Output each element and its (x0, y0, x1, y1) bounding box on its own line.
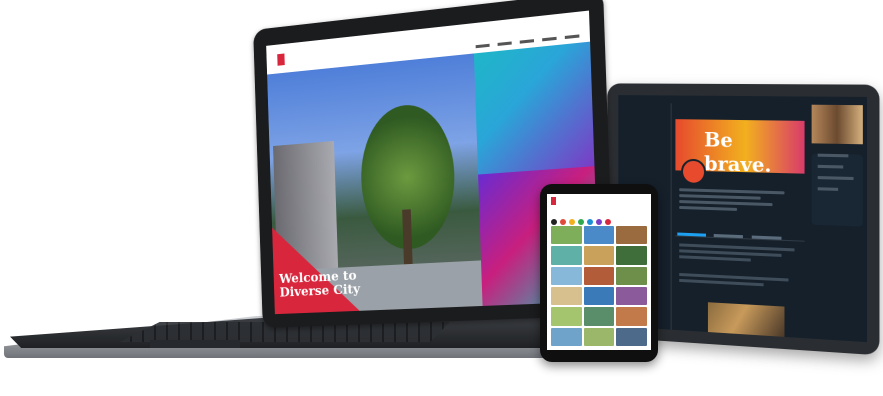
sidebar-photo (811, 104, 863, 145)
story-dot (551, 219, 557, 225)
photo-tile (551, 286, 582, 306)
tablet-sidebar (811, 104, 863, 342)
story-dot (560, 219, 566, 225)
photo-tile (551, 226, 582, 245)
photo-tile (616, 327, 647, 346)
avatar (681, 158, 707, 186)
story-dot (587, 219, 593, 225)
trends-box (811, 153, 863, 227)
phone-device (540, 184, 658, 362)
tweet-lines (679, 243, 800, 266)
tweet-lines (679, 273, 800, 291)
tab-indicator (714, 233, 744, 239)
photo-tile (551, 266, 582, 285)
photo-tile (583, 327, 615, 346)
photo-tile (616, 246, 647, 265)
device-mockup-stage: Be brave. Welcome to Diverse City (0, 0, 883, 396)
tablet-profile-column: Be brave. (670, 103, 809, 343)
photo-tile (616, 266, 647, 285)
phone-logo (551, 197, 556, 205)
tab-indicator (751, 235, 782, 240)
nav-line (628, 144, 669, 151)
photo-grid (551, 226, 647, 346)
tablet-nav (622, 124, 669, 176)
site-logo (277, 53, 285, 66)
phone-header (547, 194, 651, 208)
profile-tabs (675, 225, 805, 242)
laptop-trackpad (150, 340, 240, 348)
hero-image: Welcome to Diverse City (267, 53, 484, 315)
photo-tile (583, 266, 615, 285)
banner-text: Be brave. (704, 127, 772, 177)
photo-tile (616, 226, 647, 245)
hero-title: Welcome to Diverse City (278, 268, 361, 301)
photo-tile (583, 226, 615, 245)
profile-bio-lines (679, 188, 796, 216)
photo-tile (583, 246, 615, 265)
story-dot (569, 219, 575, 225)
photo-tile (551, 327, 582, 346)
nav-line (628, 131, 669, 138)
story-dot (596, 219, 602, 225)
photo-tile (616, 307, 647, 326)
photo-tile (616, 286, 647, 306)
story-dot (605, 219, 611, 225)
story-dot (578, 219, 584, 225)
nav-line (628, 156, 669, 163)
tweet-photo (707, 302, 785, 343)
tab-indicator (677, 232, 707, 237)
photo-tile (551, 307, 582, 326)
photo-tile (583, 286, 615, 306)
phone-screen (547, 194, 651, 350)
nav-line (628, 169, 669, 176)
photo-tile (551, 246, 582, 265)
promo-tile (474, 41, 595, 175)
photo-tile (583, 307, 615, 326)
